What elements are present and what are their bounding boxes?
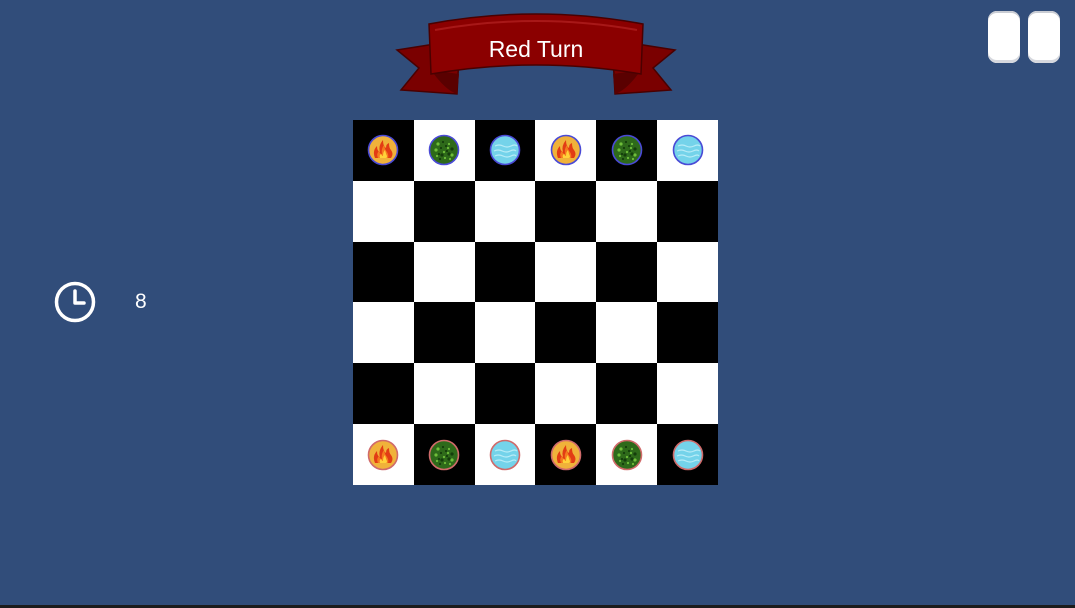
fire-piece-red[interactable] <box>367 439 399 471</box>
board-cell-r1-c3[interactable] <box>535 180 597 242</box>
board-cell-r3-c3[interactable] <box>535 302 597 364</box>
board-cell-r4-c0[interactable] <box>353 363 414 425</box>
board-cell-r4-c4[interactable] <box>596 363 658 425</box>
board-cell-r3-c2[interactable] <box>474 302 536 364</box>
board-cell-r2-c5[interactable] <box>657 241 718 303</box>
board-cell-r4-c2[interactable] <box>474 363 536 425</box>
turn-title: Red Turn <box>488 36 584 62</box>
pause-button[interactable] <box>985 11 1065 67</box>
board-cell-r5-c5[interactable] <box>657 424 718 485</box>
board-cell-r2-c0[interactable] <box>353 241 414 303</box>
board-cell-r0-c4[interactable] <box>596 120 658 181</box>
pause-bar-left <box>988 11 1020 63</box>
fire-piece-red[interactable] <box>550 439 582 471</box>
earth-piece-blue[interactable] <box>611 134 643 166</box>
board-cell-r0-c2[interactable] <box>474 120 536 181</box>
board-cell-r2-c1[interactable] <box>413 241 475 303</box>
board-cell-r1-c2[interactable] <box>474 180 536 242</box>
board-cell-r2-c4[interactable] <box>596 241 658 303</box>
board-cell-r0-c5[interactable] <box>657 120 718 181</box>
earth-piece-red[interactable] <box>611 439 643 471</box>
board-cell-r5-c0[interactable] <box>353 424 414 485</box>
board-cell-r3-c5[interactable] <box>657 302 718 364</box>
water-piece-blue[interactable] <box>489 134 521 166</box>
board-cell-r3-c4[interactable] <box>596 302 658 364</box>
game-board <box>353 120 718 485</box>
board-cell-r4-c5[interactable] <box>657 363 718 425</box>
timer-value: 8 <box>135 290 147 313</box>
turn-banner: Red Turn <box>395 10 677 100</box>
water-piece-blue[interactable] <box>672 134 704 166</box>
board-cell-r2-c3[interactable] <box>535 241 597 303</box>
board-cell-r5-c4[interactable] <box>596 424 658 485</box>
fire-piece-blue[interactable] <box>367 134 399 166</box>
board-cell-r0-c3[interactable] <box>535 120 597 181</box>
board-cell-r2-c2[interactable] <box>474 241 536 303</box>
board-cell-r1-c0[interactable] <box>353 180 414 242</box>
board-cell-r5-c3[interactable] <box>535 424 597 485</box>
clock-icon <box>54 281 96 323</box>
earth-piece-blue[interactable] <box>428 134 460 166</box>
board-cell-r5-c2[interactable] <box>474 424 536 485</box>
board-cell-r1-c4[interactable] <box>596 180 658 242</box>
pause-bar-right <box>1028 11 1060 63</box>
water-piece-red[interactable] <box>489 439 521 471</box>
water-piece-red[interactable] <box>672 439 704 471</box>
board-cell-r1-c1[interactable] <box>413 180 475 242</box>
earth-piece-red[interactable] <box>428 439 460 471</box>
board-cell-r4-c3[interactable] <box>535 363 597 425</box>
board-cell-r3-c0[interactable] <box>353 302 414 364</box>
board-cell-r5-c1[interactable] <box>413 424 475 485</box>
board-cell-r0-c0[interactable] <box>353 120 414 181</box>
board-cell-r1-c5[interactable] <box>657 180 718 242</box>
board-cell-r3-c1[interactable] <box>413 302 475 364</box>
board-cell-r0-c1[interactable] <box>413 120 475 181</box>
fire-piece-blue[interactable] <box>550 134 582 166</box>
board-cell-r4-c1[interactable] <box>413 363 475 425</box>
